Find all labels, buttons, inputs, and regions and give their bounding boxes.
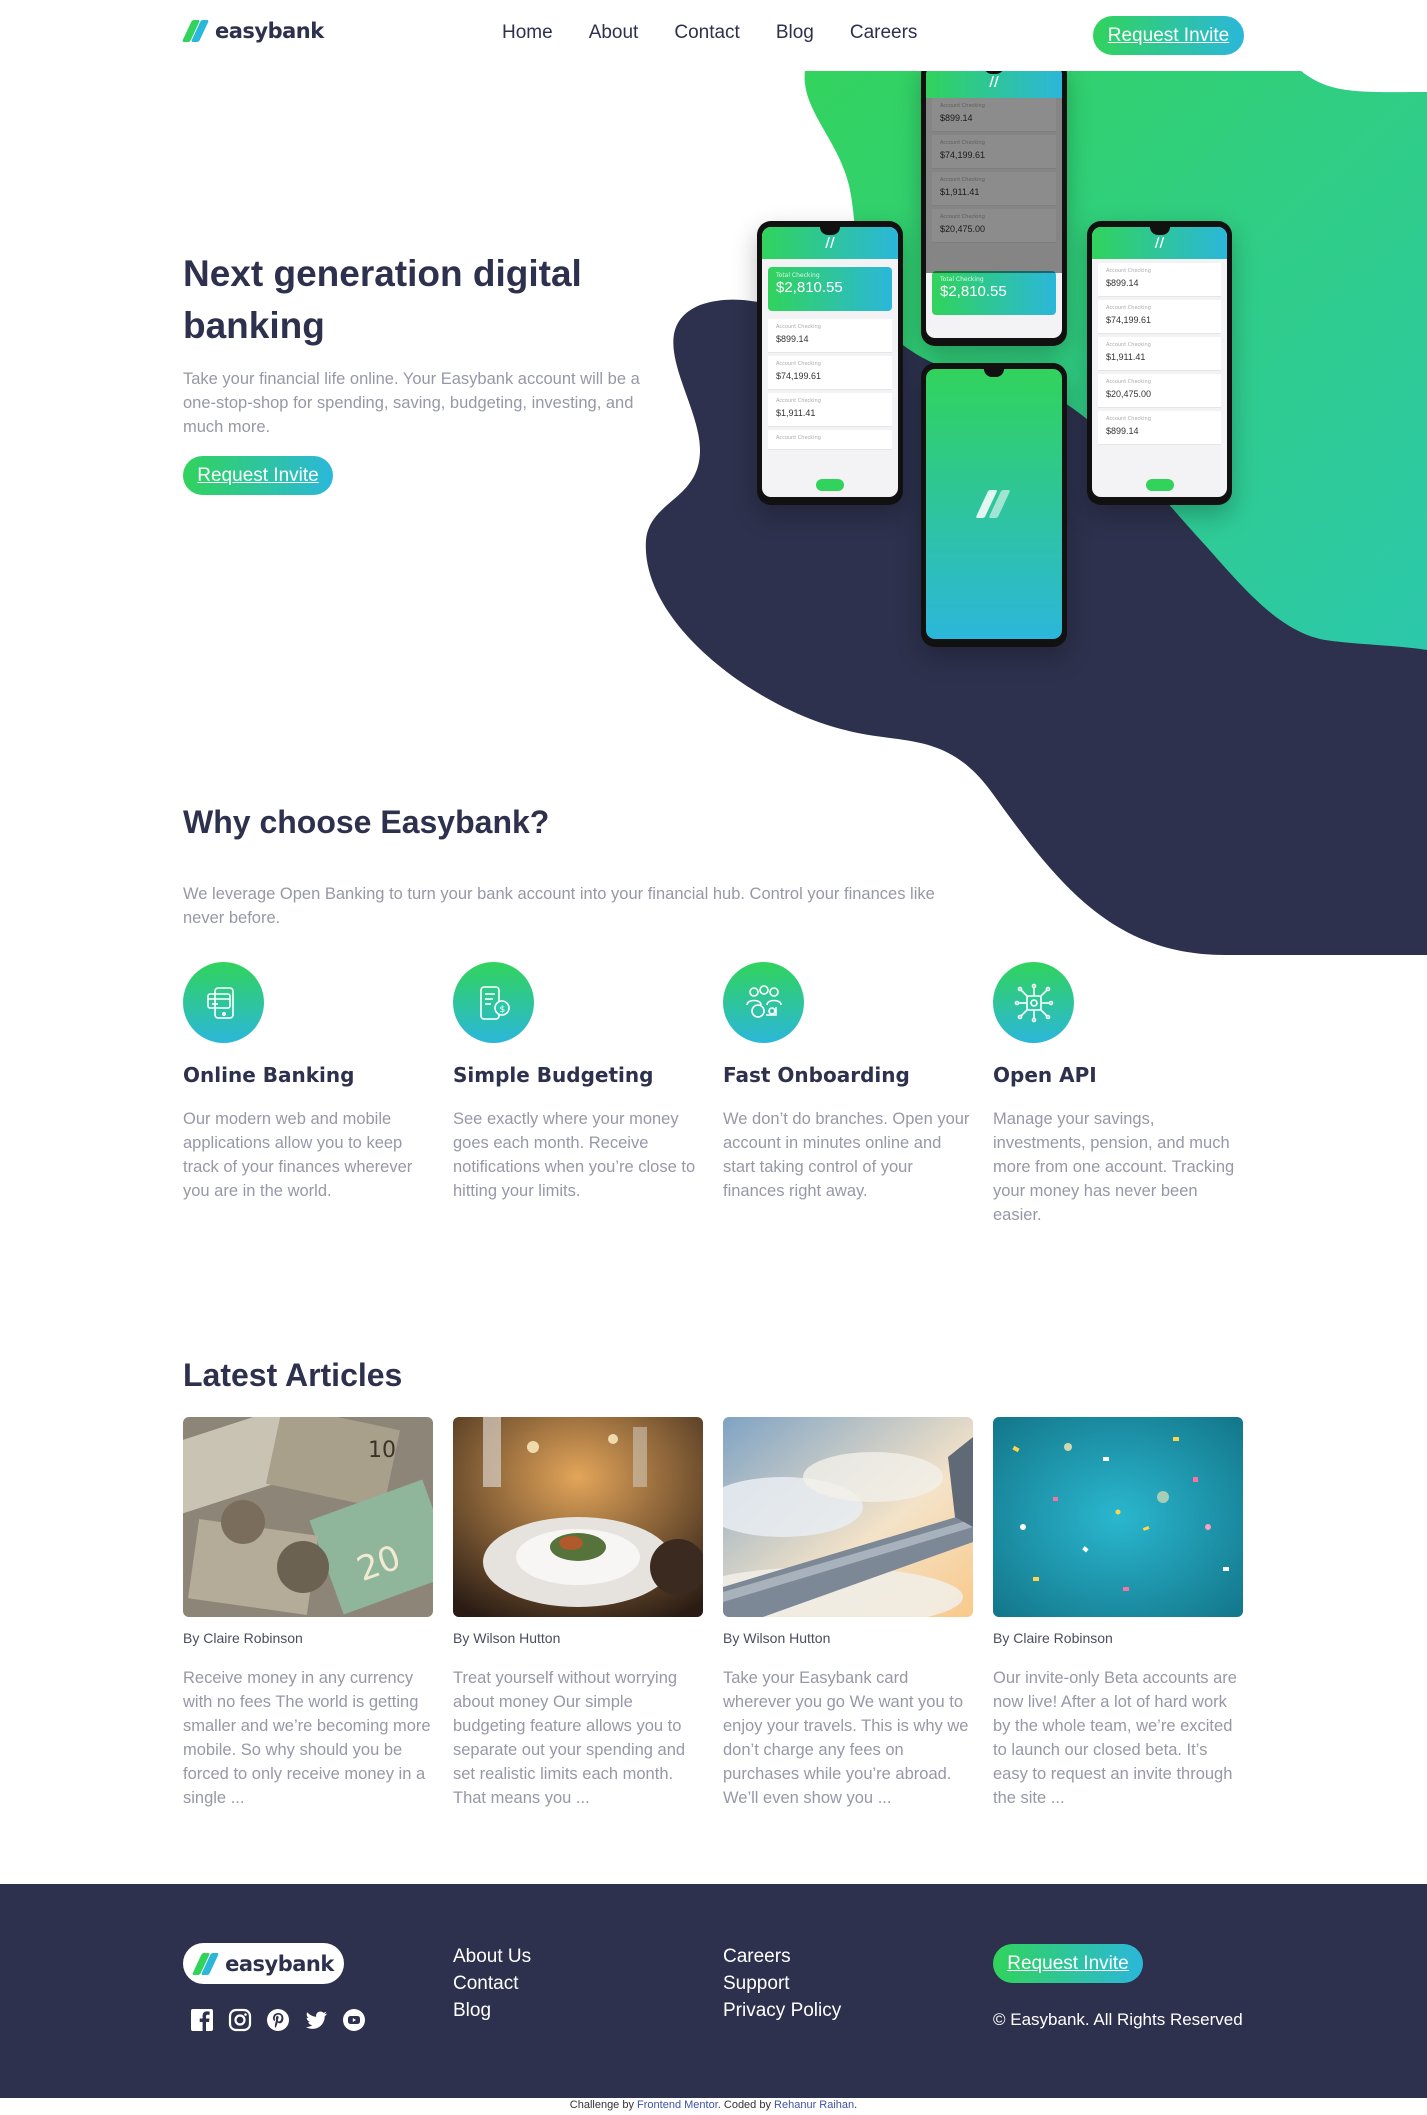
phone-mockup-right: // Account Checking $899.14 Account Check… [1087,221,1232,505]
article-author: By Wilson Hutton [723,1630,831,1646]
card-phone-icon [183,962,264,1043]
youtube-icon[interactable] [342,2008,366,2032]
attribution-link-author[interactable]: Rehanur Raihan [774,2099,854,2111]
phone-mockup-top: // Account Checking $899.14 Account Check… [921,60,1067,346]
svg-text:10: 10 [368,1438,396,1463]
attribution-middle: . Coded by [717,2099,775,2111]
article-author: By Claire Robinson [183,1630,303,1646]
why-title: Why choose Easybank? [183,804,550,840]
footer-logo-text: easybank [225,1951,334,1976]
article-excerpt: Treat yourself without worrying about mo… [453,1669,686,1807]
header-request-invite-button[interactable]: Request Invite [1093,16,1244,55]
feature-title: Online Banking [183,1063,355,1087]
facebook-icon[interactable] [190,2008,214,2032]
social-links [190,2008,366,2032]
articles-title: Latest Articles [183,1357,403,1393]
budget-phone-icon: $ [453,962,534,1043]
onboarding-people-icon [723,962,804,1043]
attribution-link-frontend-mentor[interactable]: Frontend Mentor [637,2099,718,2111]
attribution-prefix: Challenge by [569,2099,638,2111]
feature-title: Simple Budgeting [453,1063,654,1087]
footer-link-contact[interactable]: Contact [453,1973,531,1994]
article-excerpt: Our invite-only Beta accounts are now li… [993,1669,1237,1807]
feature-text: We don’t do branches. Open your account … [723,1110,970,1200]
feature-open-api: Open API Manage your savings, investment… [993,962,1243,1227]
pinterest-icon[interactable] [266,2008,290,2032]
footer-link-blog[interactable]: Blog [453,2000,531,2021]
article-image-airplane[interactable] [723,1417,973,1617]
article-excerpt: Take your Easybank card wherever you go … [723,1669,969,1807]
footer-request-invite-button[interactable]: Request Invite [993,1944,1143,1983]
article-author: By Wilson Hutton [453,1630,561,1646]
splash-logo-icon [974,490,1014,518]
feature-online-banking: Online Banking Our modern web and mobile… [183,962,433,1203]
nav-careers[interactable]: Careers [850,22,918,44]
hero-request-invite-button[interactable]: Request Invite [183,456,333,495]
nav-blog[interactable]: Blog [776,22,814,44]
api-chip-icon [993,962,1074,1043]
nav-home[interactable]: Home [502,22,553,44]
main-nav: Home About Contact Blog Careers [502,22,917,44]
copyright-text: © Easybank. All Rights Reserved [993,2010,1243,2029]
article-excerpt: Receive money in any currency with no fe… [183,1669,431,1807]
site-header: easybank Home About Contact Blog Careers… [0,0,1427,71]
attribution: Challenge by Frontend Mentor. Coded by R… [0,2099,1427,2111]
site-footer: easybank About Us Contact Blog Careers S… [0,1884,1427,2098]
article-image-currency[interactable]: 20 10 [183,1417,433,1617]
logo-text: easybank [215,19,324,43]
article-card[interactable]: By Wilson Hutton Take your Easybank card… [723,1417,973,1810]
footer-link-support[interactable]: Support [723,1973,841,1994]
nav-contact[interactable]: Contact [674,22,739,44]
feature-title: Fast Onboarding [723,1063,910,1087]
footer-links-col2: Careers Support Privacy Policy [723,1946,841,2021]
twitter-icon[interactable] [304,2008,328,2032]
footer-links-col1: About Us Contact Blog [453,1946,531,2021]
hero-title: Next generation digital banking [183,253,582,346]
phone-mockup-left: // Total Checking $2,810.55 Account Check… [757,221,903,505]
feature-title: Open API [993,1063,1097,1087]
feature-text: Manage your savings, investments, pensio… [993,1110,1235,1224]
footer-link-about-us[interactable]: About Us [453,1946,531,1967]
article-card[interactable]: By Wilson Hutton Treat yourself without … [453,1417,703,1810]
logo-mark-icon [181,20,210,42]
logo-mark-icon [191,1952,220,1975]
feature-simple-budgeting: $ Simple Budgeting See exactly where you… [453,962,703,1203]
nav-about[interactable]: About [589,22,639,44]
footer-link-careers[interactable]: Careers [723,1946,841,1967]
article-image-confetti[interactable] [993,1417,1243,1617]
why-description: We leverage Open Banking to turn your ba… [183,885,935,927]
feature-text: Our modern web and mobile applications a… [183,1110,413,1200]
phone-mockup-bottom [921,363,1067,647]
article-card[interactable]: 20 10 By Claire Robinson Receive money i… [183,1417,433,1810]
svg-text:$: $ [499,1005,505,1015]
hero-description: Take your financial life online. Your Ea… [183,370,640,436]
feature-fast-onboarding: Fast Onboarding We don’t do branches. Op… [723,962,973,1203]
article-image-restaurant[interactable] [453,1417,703,1617]
feature-text: See exactly where your money goes each m… [453,1110,696,1200]
article-card[interactable]: By Claire Robinson Our invite-only Beta … [993,1417,1243,1810]
attribution-suffix: . [854,2099,858,2111]
article-author: By Claire Robinson [993,1630,1113,1646]
instagram-icon[interactable] [228,2008,252,2032]
footer-link-privacy-policy[interactable]: Privacy Policy [723,2000,841,2021]
footer-logo[interactable]: easybank [183,1943,344,1984]
header-logo[interactable]: easybank [181,16,324,46]
